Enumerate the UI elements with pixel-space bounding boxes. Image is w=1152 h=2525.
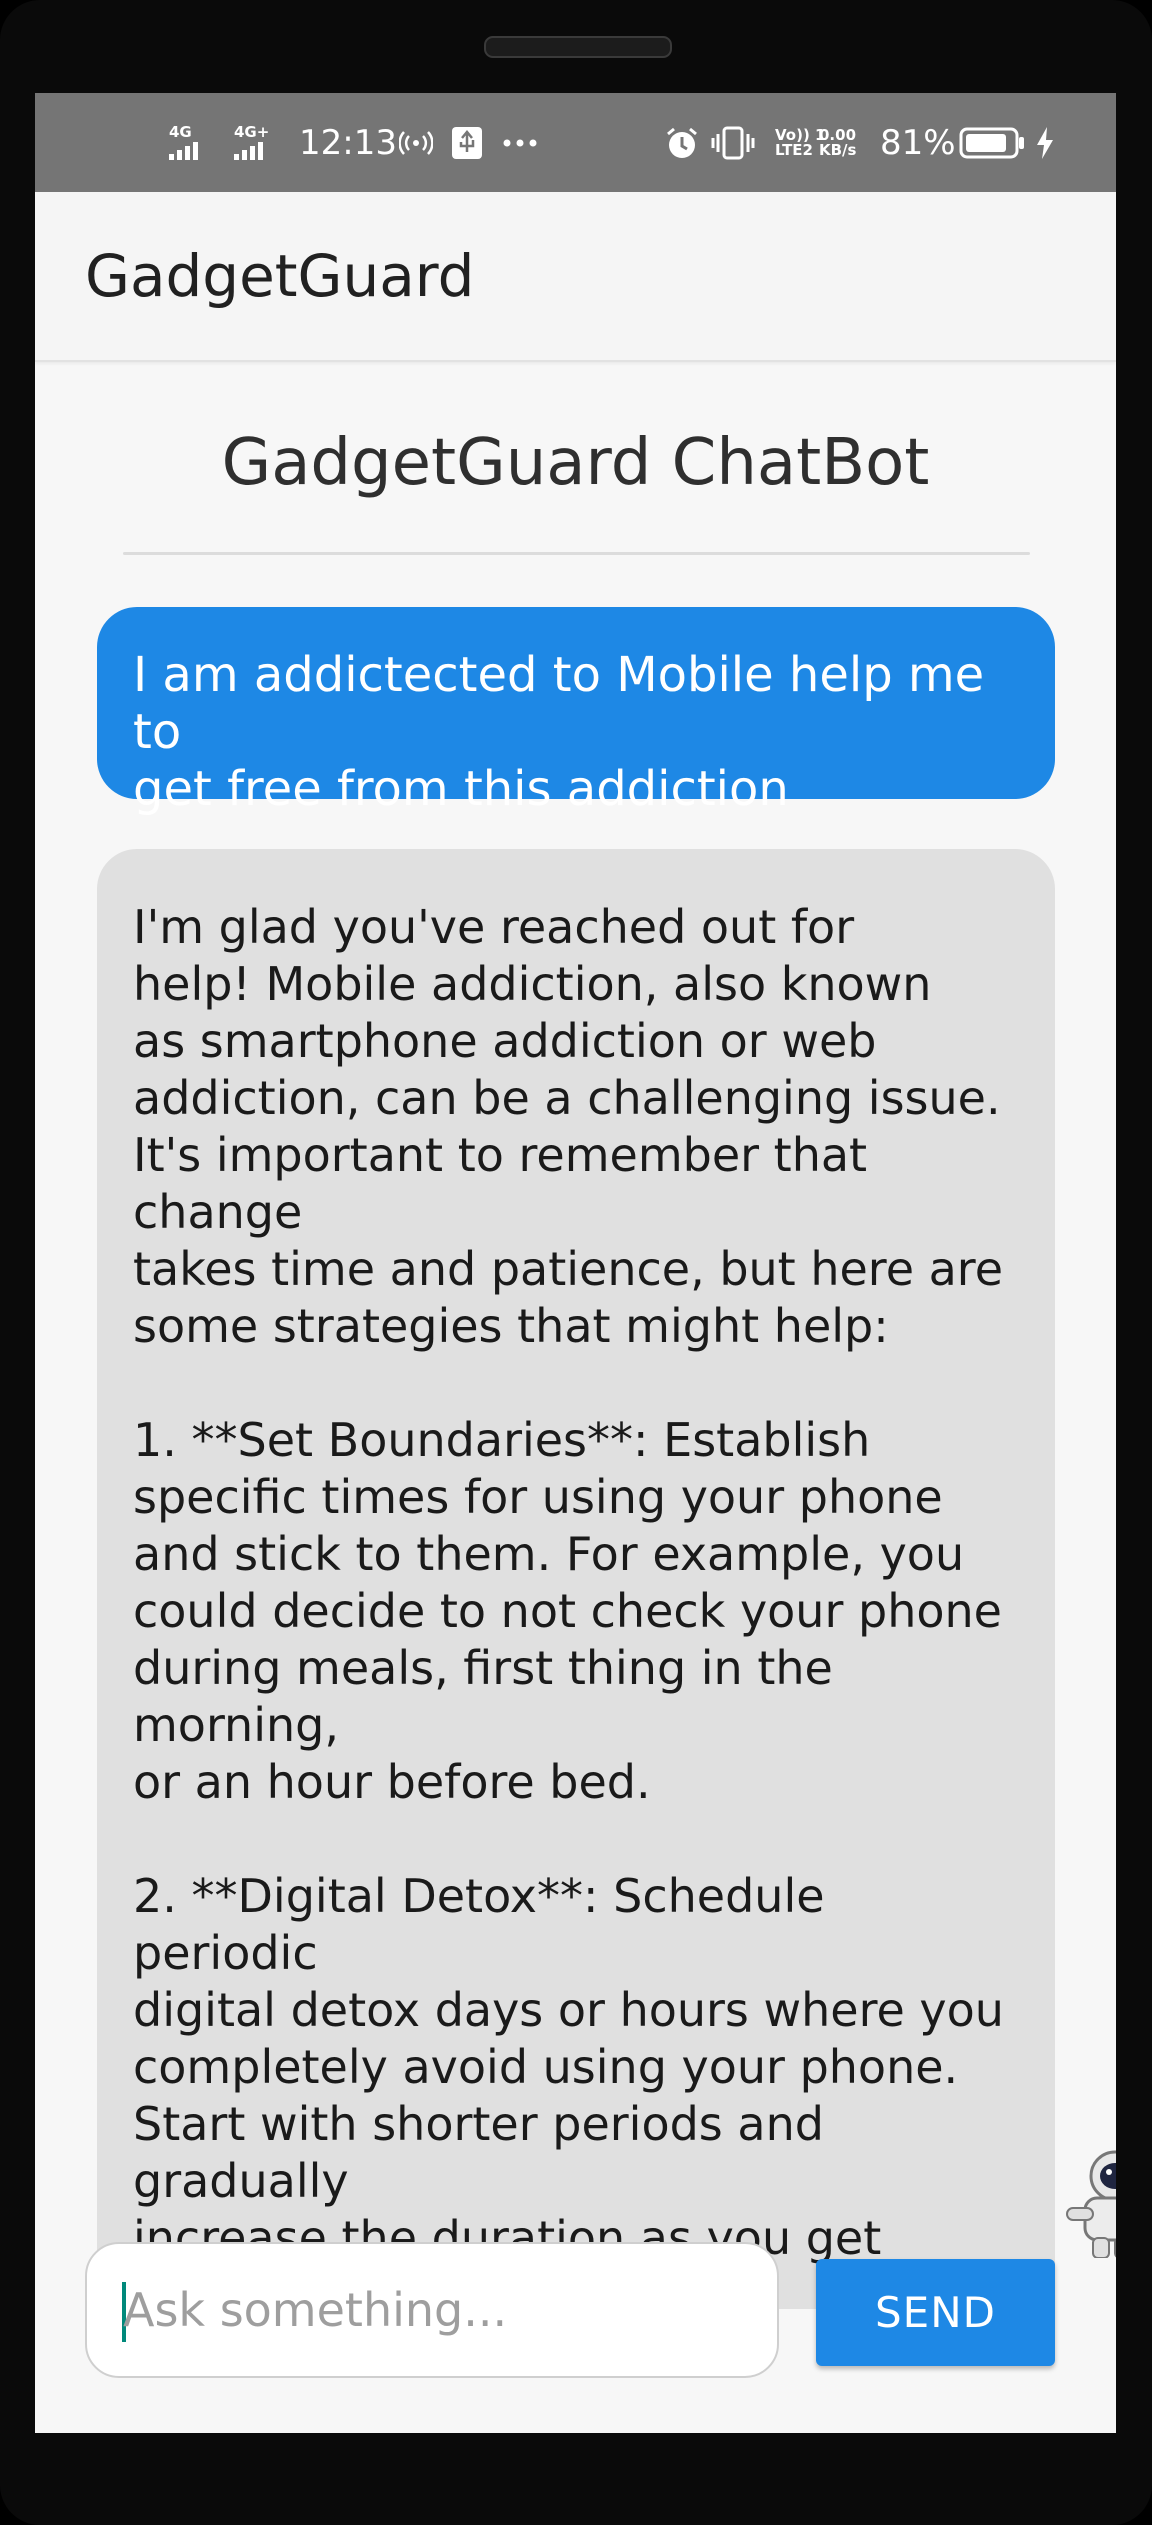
heading-divider [123, 552, 1030, 555]
signal-1: 4G [169, 93, 198, 192]
battery-percent: 81% [880, 122, 956, 163]
speed-unit: KB/s [819, 140, 857, 159]
speaker-grille [484, 36, 672, 58]
volte-indicator: Vo)) 1 LTE2 [775, 93, 825, 192]
signal-bars-1-icon [169, 140, 198, 160]
message-input-container[interactable] [85, 2242, 779, 2378]
battery-icon [959, 93, 1025, 192]
lte-label: LTE2 [775, 140, 813, 159]
signal-bars-2-icon [234, 140, 263, 160]
network-speed: 0.00 KB/s [819, 93, 856, 192]
alarm-icon [664, 93, 700, 192]
send-button[interactable]: SEND [816, 2259, 1055, 2366]
bot-message-bubble: I'm glad you've reached out for help! Mo… [97, 849, 1055, 2309]
user-message-bubble: I am addictected to Mobile help me to ge… [97, 607, 1055, 817]
page-heading: GadgetGuard ChatBot [221, 426, 930, 500]
screen: 4G 4G+ 12:13 Vo)) 1 LTE2 0.00 KB/s 81% G… [35, 93, 1116, 2433]
status-time: 12:13 [299, 122, 397, 163]
hotspot-icon [399, 93, 433, 192]
astronaut-sticker-icon[interactable] [1065, 2146, 1116, 2259]
signal-2: 4G+ [234, 93, 269, 192]
vibrate-icon [711, 93, 755, 192]
status-bar: 4G 4G+ 12:13 Vo)) 1 LTE2 0.00 KB/s 81% [35, 93, 1116, 192]
usb-icon [451, 93, 483, 192]
app-title: GadgetGuard [85, 242, 475, 310]
phone-frame: 4G 4G+ 12:13 Vo)) 1 LTE2 0.00 KB/s 81% G… [0, 0, 1152, 2525]
network-type-2: 4G+ [234, 123, 270, 141]
app-bar: GadgetGuard [35, 192, 1116, 362]
network-type-1: 4G [169, 123, 192, 141]
message-input[interactable] [123, 2244, 753, 2376]
charging-icon [1035, 93, 1055, 192]
more-dots-icon [502, 93, 538, 192]
